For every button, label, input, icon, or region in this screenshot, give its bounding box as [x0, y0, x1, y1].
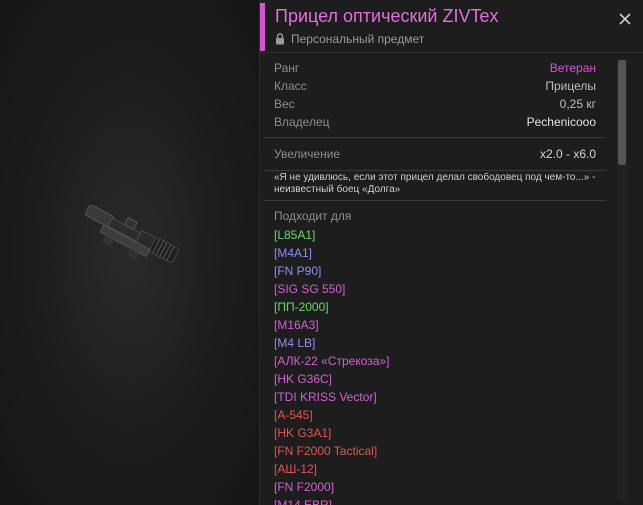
scrollbar-thumb[interactable]: [618, 60, 626, 165]
stat-value: 0,25 кг: [559, 97, 596, 111]
compatible-weapon-item[interactable]: [АЛК-22 «Стрекоза»]: [274, 352, 596, 370]
compatible-weapon-item[interactable]: [M14 EBR]: [274, 496, 596, 505]
stat-label: Владелец: [274, 115, 330, 129]
item-title: Прицел оптический ZIVTex: [275, 6, 499, 26]
item-preview: [0, 0, 259, 505]
compatible-weapon-item[interactable]: [TDI KRISS Vector]: [274, 388, 596, 406]
stat-value: Pechenicooo: [526, 115, 596, 129]
compatible-weapon-item[interactable]: [SIG SG 550]: [274, 280, 596, 298]
compatible-weapon-item[interactable]: [FN F2000]: [274, 478, 596, 496]
compatible-weapon-item[interactable]: [ПП-2000]: [274, 298, 596, 316]
item-header: Прицел оптический ZIVTex Персональный пр…: [260, 0, 643, 53]
item-description: «Я не удивлюсь, если этот прицел делал с…: [264, 171, 606, 201]
scrollbar[interactable]: [617, 60, 627, 500]
stats-section: Ранг Ветеран Класс Прицелы Вес 0,25 кг В…: [264, 53, 606, 138]
compatible-weapon-list: [L85A1] [M4A1] [FN P90] [SIG SG 550] [ПП-200…: [274, 226, 596, 505]
item-subtitle: Персональный предмет: [275, 32, 424, 46]
stat-row-zoom: Увеличение x2.0 - x6.0: [274, 145, 596, 163]
compatible-weapon-item[interactable]: [L85A1]: [274, 226, 596, 244]
stat-row-owner: Владелец Pechenicooo: [274, 113, 596, 131]
compatible-weapon-item[interactable]: [M4 LB]: [274, 334, 596, 352]
lock-icon: [276, 33, 284, 45]
compatible-weapon-item[interactable]: [FN P90]: [274, 262, 596, 280]
zoom-section: Увеличение x2.0 - x6.0: [264, 138, 606, 171]
compatible-weapon-item[interactable]: [FN F2000 Tactical]: [274, 442, 596, 460]
rank-accent-bar: [260, 3, 265, 51]
close-icon[interactable]: [616, 10, 634, 28]
compatible-weapon-item[interactable]: [HK G36C]: [274, 370, 596, 388]
zoom-label: Увеличение: [274, 147, 341, 161]
compatible-weapon-item[interactable]: [M4A1]: [274, 244, 596, 262]
zoom-value: x2.0 - x6.0: [539, 147, 596, 161]
stat-label: Класс: [274, 79, 307, 93]
stat-value: Ветеран: [549, 61, 596, 75]
item-info-panel: Прицел оптический ZIVTex Персональный пр…: [259, 0, 643, 505]
stat-value: Прицелы: [545, 79, 596, 93]
compatible-weapon-item[interactable]: [HK G3A1]: [274, 424, 596, 442]
scope-image: [85, 205, 179, 263]
compatible-title: Подходит для: [274, 209, 352, 223]
stat-row-rank: Ранг Ветеран: [274, 59, 596, 77]
stat-row-class: Класс Прицелы: [274, 77, 596, 95]
stat-label: Вес: [274, 97, 295, 111]
compatible-weapon-item[interactable]: [АШ-12]: [274, 460, 596, 478]
stat-label: Ранг: [274, 61, 300, 75]
compatible-section: Подходит для [L85A1] [M4A1] [FN P90] [SIG S…: [264, 201, 606, 505]
stat-row-weight: Вес 0,25 кг: [274, 95, 596, 113]
compatible-weapon-item[interactable]: [A-545]: [274, 406, 596, 424]
item-details[interactable]: Ранг Ветеран Класс Прицелы Вес 0,25 кг В…: [264, 53, 606, 505]
compatible-weapon-item[interactable]: [M16A3]: [274, 316, 596, 334]
subtitle-text: Персональный предмет: [291, 32, 425, 46]
